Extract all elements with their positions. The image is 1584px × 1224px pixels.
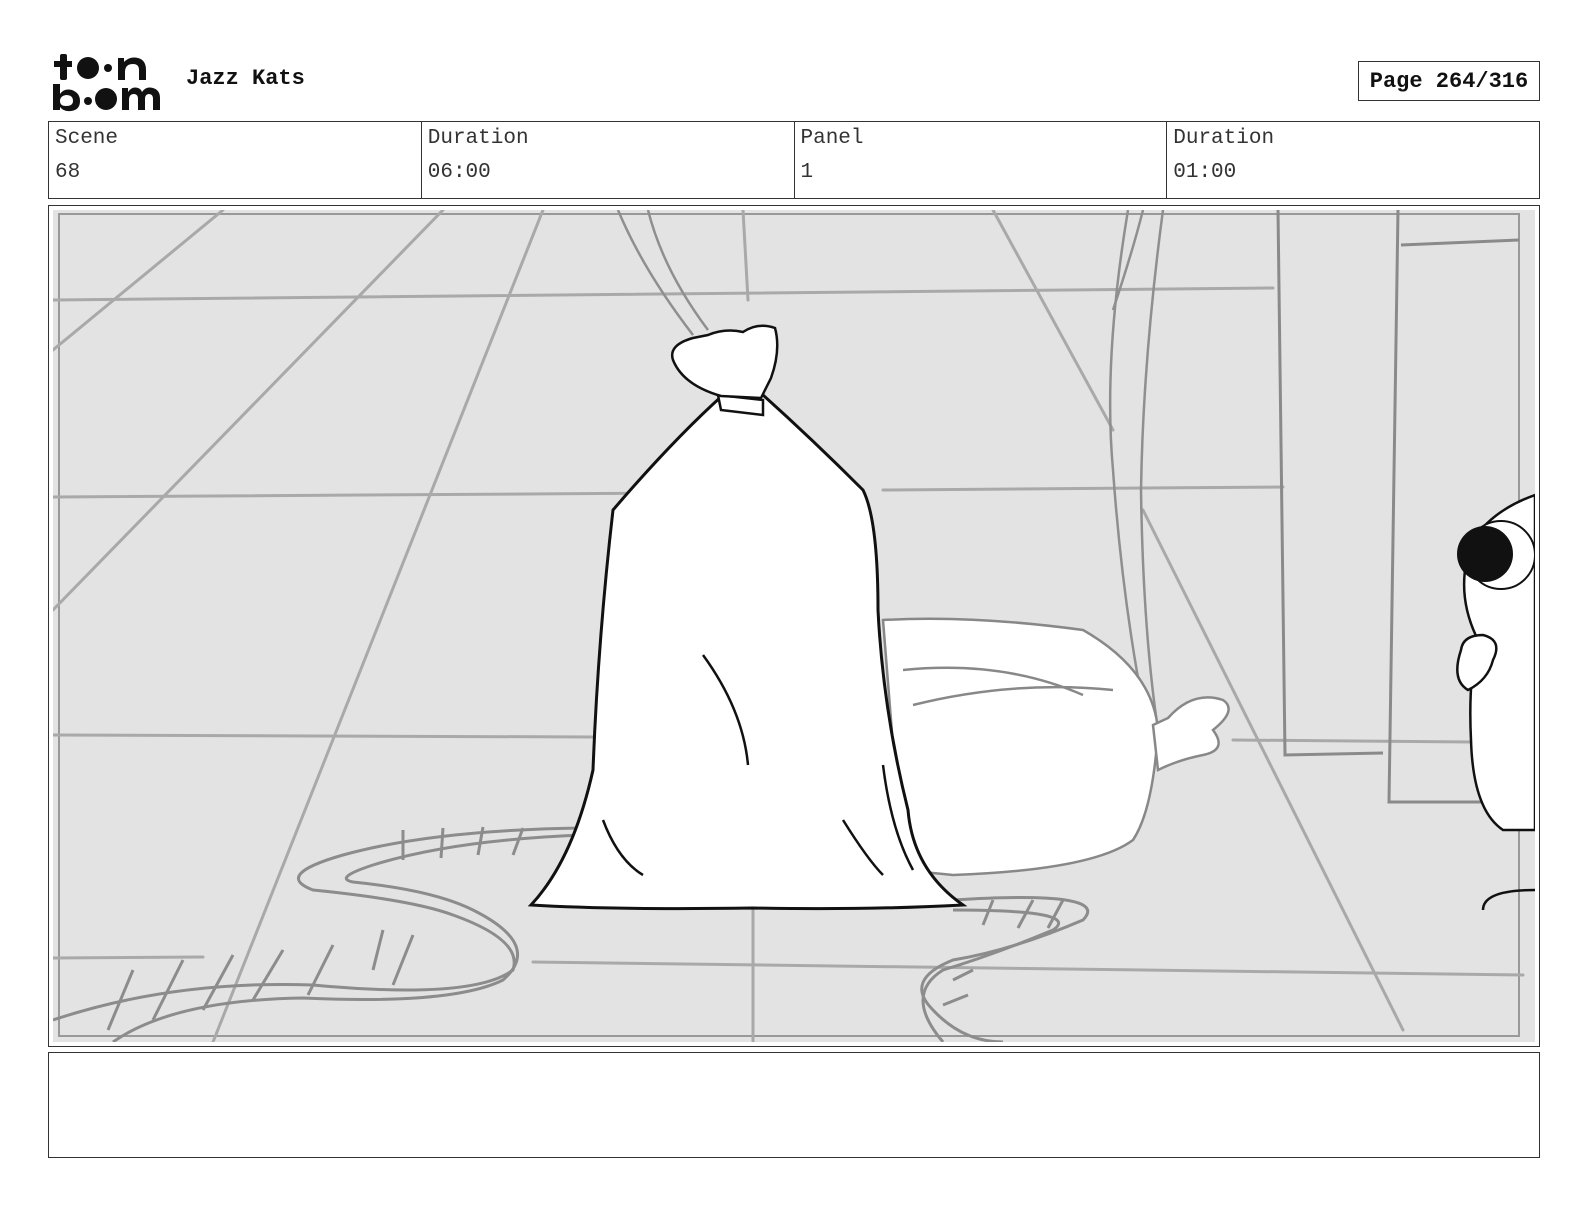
scene-duration-label: Duration — [427, 127, 529, 150]
scene-cell: Scene 68 — [49, 122, 422, 198]
scene-duration-cell: Duration 06:00 — [422, 122, 795, 198]
scene-label: Scene — [55, 127, 119, 150]
panel-label: Panel — [800, 127, 864, 150]
page-indicator: Page 264/316 — [1358, 61, 1540, 101]
scene-value: 68 — [55, 161, 81, 184]
scene-duration-value: 06:00 — [427, 161, 491, 184]
panel-duration-cell: Duration 01:00 — [1167, 122, 1539, 198]
toon-boom-logo — [53, 54, 160, 112]
panel-value: 1 — [800, 161, 814, 184]
panel-duration-value: 01:00 — [1173, 161, 1237, 184]
scene-info-table: Scene 68 Duration 06:00 Panel 1 Duration… — [48, 121, 1540, 199]
project-title: Jazz Kats — [186, 66, 305, 91]
panel-notes-box — [48, 1052, 1540, 1158]
panel-drawing — [53, 210, 1535, 1042]
storyboard-panel — [48, 205, 1540, 1047]
panel-cell: Panel 1 — [795, 122, 1168, 198]
panel-duration-label: Duration — [1173, 127, 1275, 150]
